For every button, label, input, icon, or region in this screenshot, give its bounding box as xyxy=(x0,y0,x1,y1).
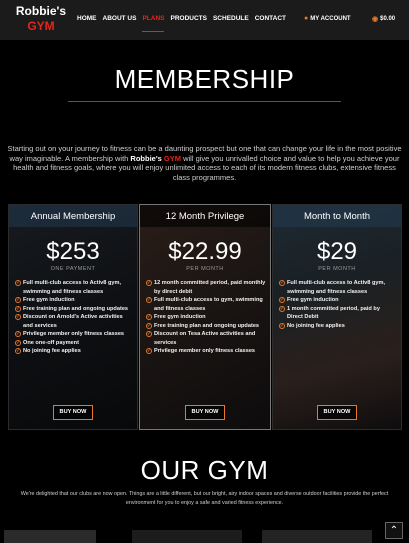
feature-item: ✓ Discount on Arnold's Active activities … xyxy=(15,314,123,329)
site-logo[interactable]: Robbie's GYM xyxy=(12,4,70,34)
menu-item-plans[interactable]: PLANS xyxy=(142,15,165,32)
plan-features: ✓ Full multi-club access to Activ8 gym, s… xyxy=(15,279,133,356)
check-icon: ✓ xyxy=(279,280,285,286)
feature-item: ✓ Free gym induction xyxy=(279,297,339,303)
plan-period: ONE PAYMENT xyxy=(50,266,96,272)
check-icon: ✓ xyxy=(15,348,21,354)
cart-icon: ◉ xyxy=(372,16,379,23)
buy-now-button[interactable]: BUY NOW xyxy=(317,405,357,420)
membership-intro: Starting out on your journey to fitness … xyxy=(6,144,403,182)
my-account-link[interactable]: ● MY ACCOUNT xyxy=(304,15,351,22)
heading-divider xyxy=(68,101,341,102)
my-account-label: MY ACCOUNT xyxy=(310,15,351,22)
plan-name: 12 Month Privilege xyxy=(165,211,245,222)
gym-image xyxy=(262,530,372,543)
check-icon: ✓ xyxy=(146,322,152,329)
menu-item-home[interactable]: HOME xyxy=(77,15,97,22)
feature-item: ✓ No joining fee applies xyxy=(15,348,81,354)
check-icon: ✓ xyxy=(146,348,152,354)
check-icon: ✓ xyxy=(15,314,21,320)
plan-card-12-month: 12 Month Privilege $22.99 PER MONTH ✓ 12 … xyxy=(139,204,271,430)
scroll-to-top-button[interactable]: ⌃ xyxy=(385,522,403,539)
logo-text-gym: GYM xyxy=(27,19,55,33)
menu-item-schedule[interactable]: SCHEDULE xyxy=(213,15,249,22)
feature-item: ✓ 12 month committed period, paid monthly… xyxy=(146,280,266,295)
check-icon: ✓ xyxy=(279,322,285,329)
main-menu: HOME ABOUT US PLANS PRODUCTS SCHEDULE CO… xyxy=(77,15,292,32)
feature-item: ✓ Free training plan and ongoing updates xyxy=(146,322,260,329)
check-icon: ✓ xyxy=(146,314,152,320)
check-icon: ✓ xyxy=(15,331,21,337)
feature-item: ✓ Privilege member only fitness classes xyxy=(146,348,256,354)
plan-price: $29 xyxy=(316,238,358,265)
intro-brand: Robbie's xyxy=(130,153,162,163)
plan-features: ✓ 12 month committed period, paid monthly… xyxy=(146,279,266,356)
check-icon: ✓ xyxy=(15,339,21,346)
check-icon: ✓ xyxy=(146,331,152,337)
our-gym-heading: OUR GYM xyxy=(140,455,269,485)
gym-image xyxy=(4,530,96,543)
check-icon: ✓ xyxy=(146,280,152,286)
feature-item: ✓ Discount on Tesa Active activities and … xyxy=(146,331,256,346)
feature-item: ✓ One one-off payment xyxy=(15,339,79,346)
cart-total: $0.00 xyxy=(380,16,396,22)
cart-link[interactable]: ◉ $0.00 xyxy=(372,15,395,23)
plan-price: $253 xyxy=(46,238,100,265)
plan-card-annual: Annual Membership $253 ONE PAYMENT ✓ Full… xyxy=(8,204,138,430)
menu-item-products[interactable]: PRODUCTS xyxy=(170,15,206,22)
gym-image xyxy=(132,530,242,543)
intro-brand-gym: GYM xyxy=(163,153,181,163)
feature-item: ✓ Free gym induction xyxy=(15,297,75,303)
check-icon: ✓ xyxy=(279,305,285,312)
plan-features: ✓ Full multi-club access to Activ8 gym, s… xyxy=(279,279,397,330)
plan-period: PER MONTH xyxy=(318,266,356,272)
plan-name: Month to Month xyxy=(303,211,370,222)
menu-item-about-us[interactable]: ABOUT US xyxy=(103,15,137,22)
logo-text-robbies: Robbie's xyxy=(15,4,67,18)
feature-item: ✓ Full multi-club access to Activ8 gym, s… xyxy=(279,280,386,295)
our-gym-text: We're delighted that our clubs are now o… xyxy=(20,491,389,506)
plan-card-month-to-month: Month to Month $29 PER MONTH ✓ Full multi… xyxy=(272,204,402,430)
feature-item: ✓ Full multi-club access to gym, swimming… xyxy=(146,297,263,312)
chevron-up-icon: ⌃ xyxy=(389,525,399,536)
check-icon: ✓ xyxy=(146,297,152,303)
feature-item: ✓ Privilege member only fitness classes xyxy=(15,331,125,337)
buy-now-button[interactable]: BUY NOW xyxy=(53,405,93,420)
plan-price: $22.99 xyxy=(168,238,242,265)
top-navigation: Robbie's GYM HOME ABOUT US PLANS PRODUCT… xyxy=(0,0,409,40)
feature-item: ✓ Full multi-club access to Activ8 gym, s… xyxy=(15,280,122,295)
plan-name: Annual Membership xyxy=(30,211,116,222)
check-icon: ✓ xyxy=(15,305,21,312)
check-icon: ✓ xyxy=(15,280,21,286)
plan-period: PER MONTH xyxy=(186,266,224,272)
feature-item: ✓ Free gym induction xyxy=(146,314,206,320)
menu-item-contact[interactable]: CONTACT xyxy=(255,15,286,22)
buy-now-button[interactable]: BUY NOW xyxy=(185,405,225,420)
check-icon: ✓ xyxy=(15,297,21,303)
feature-item: ✓ No joining fee applies xyxy=(279,322,345,329)
membership-heading: MEMBERSHIP xyxy=(114,64,295,94)
user-icon: ● xyxy=(304,15,309,22)
check-icon: ✓ xyxy=(279,297,285,303)
feature-item: ✓ Free training plan and ongoing updates xyxy=(15,305,129,312)
feature-item: ✓ 1 month committed period, paid by Direc… xyxy=(279,305,380,320)
